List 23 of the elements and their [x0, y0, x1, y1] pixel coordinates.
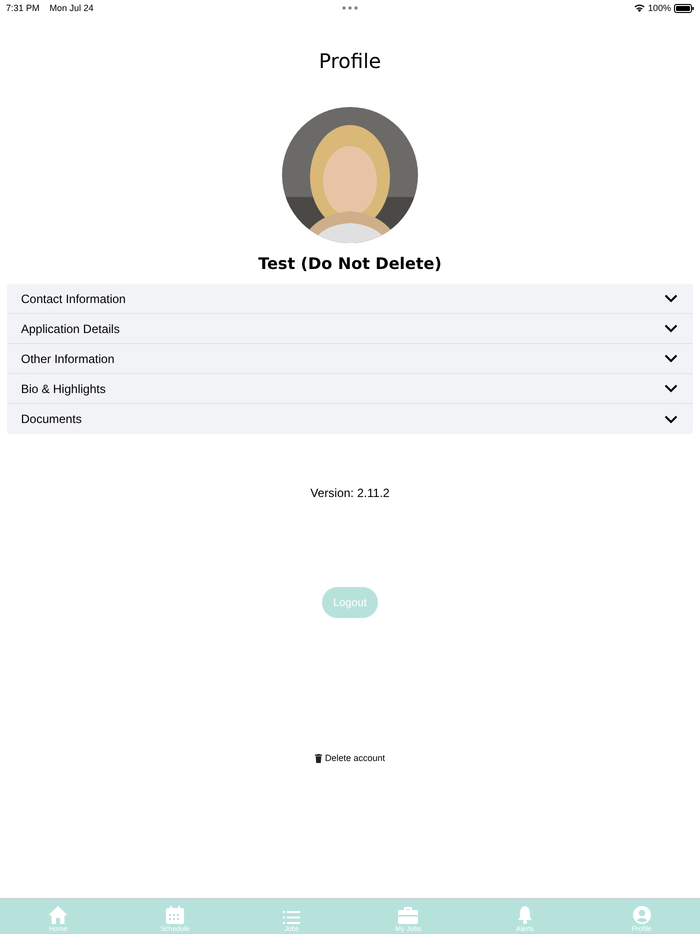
section-row[interactable]: Application Details [7, 314, 693, 344]
battery-icon [674, 4, 694, 12]
version-text: Version: 2.11.2 [310, 486, 390, 500]
status-time: 7:31 PM [6, 3, 40, 13]
section-row[interactable]: Documents [7, 404, 693, 434]
user-icon [632, 906, 651, 924]
profile-name: Test (Do Not Delete) [258, 253, 442, 275]
briefcase-icon [398, 907, 418, 924]
bell-icon [516, 906, 533, 924]
page-title: Profile [318, 48, 382, 75]
section-row[interactable]: Contact Information [7, 284, 693, 314]
delete-account-link[interactable]: Delete account [314, 753, 386, 763]
trash-icon [314, 754, 322, 762]
logout-button[interactable]: Logout [322, 587, 378, 618]
section-row[interactable]: Bio & Highlights [7, 374, 693, 404]
more-dots-icon [342, 6, 358, 10]
home-icon [48, 905, 68, 924]
wifi-icon [634, 4, 645, 12]
section-row[interactable]: Other Information [7, 344, 693, 374]
list-icon [283, 911, 300, 924]
status-date: Mon Jul 24 [50, 3, 94, 13]
calendar-icon [166, 906, 184, 924]
battery-percent: 100% [648, 3, 671, 13]
